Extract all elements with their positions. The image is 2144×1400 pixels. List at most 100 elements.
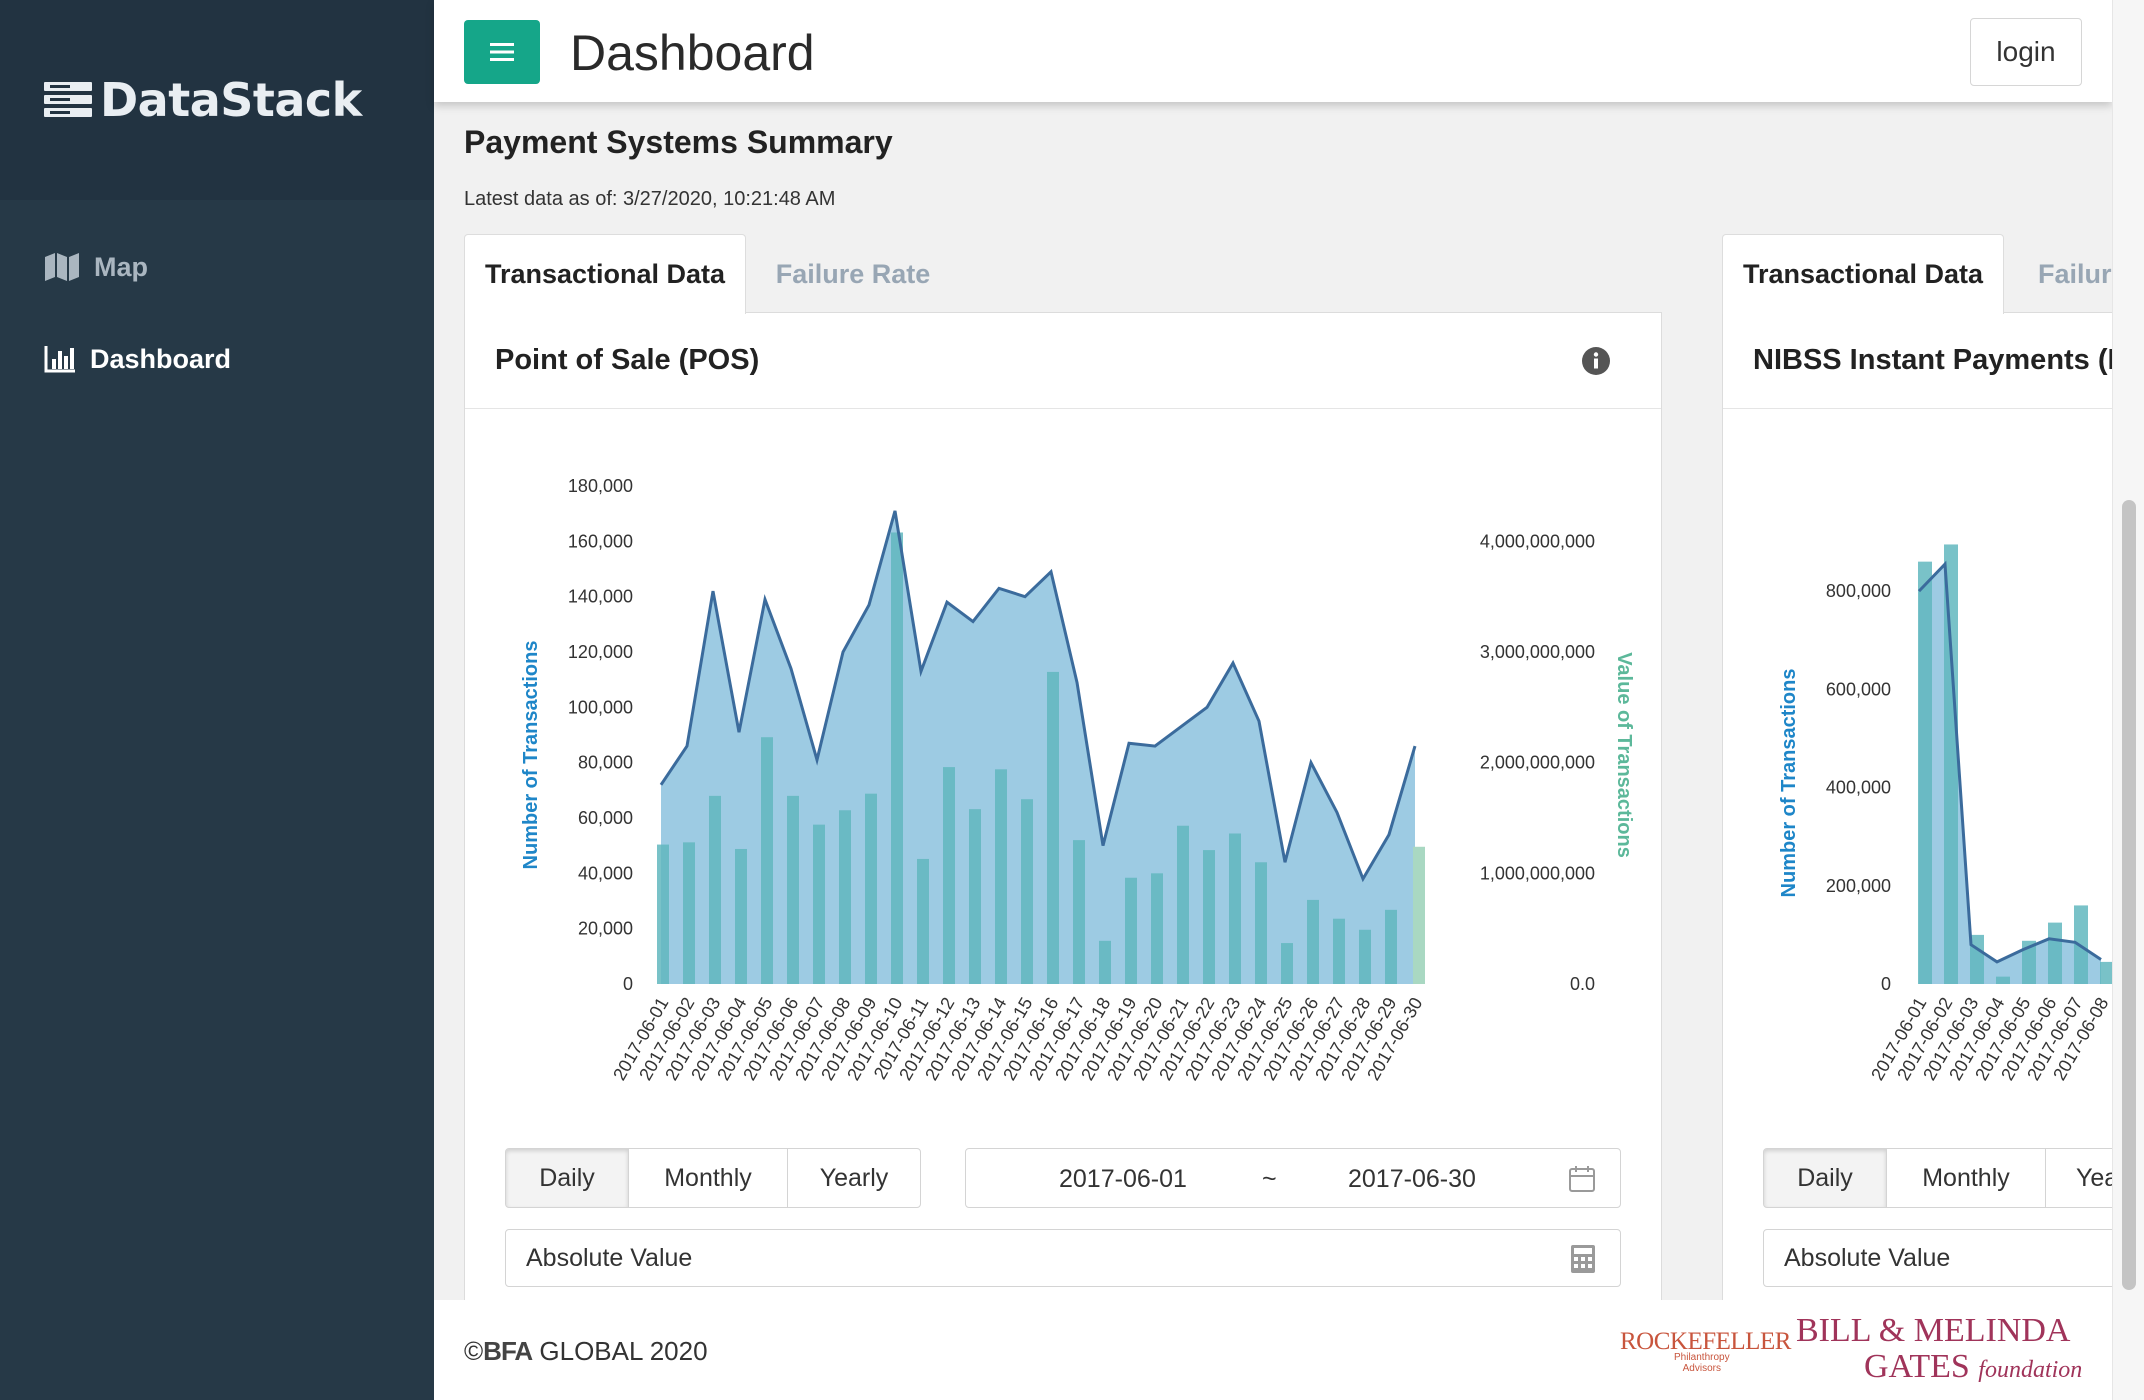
y-tick-label: 800,000 — [1826, 581, 1891, 601]
y-tick-label: 20,000 — [578, 919, 633, 939]
bar-value-of-transactions — [657, 844, 669, 984]
bar-value-of-transactions — [1177, 825, 1189, 984]
date-start: 2017-06-01 — [1059, 1165, 1187, 1193]
bar-value-of-transactions — [709, 795, 721, 984]
bar-value-of-transactions — [735, 848, 747, 984]
yearly-button[interactable]: Yearly — [787, 1148, 921, 1208]
nip-card-wrap: Transactional Data Failure NIBSS Instant… — [1722, 234, 2112, 1300]
footer: ©BFA GLOBAL 2020 ROCKEFELLER Philanthrop… — [434, 1300, 2112, 1400]
y-tick-label: 120,000 — [568, 642, 633, 662]
date-end: 2017-06-30 — [1348, 1165, 1476, 1193]
value-mode-label: Absolute Value — [526, 1244, 693, 1272]
app-name: DataStack — [100, 73, 362, 127]
bar-value-of-transactions — [839, 810, 851, 984]
nip-card: NIBSS Instant Payments (NIP 0 200,000 400,… — [1722, 312, 2112, 1300]
gates-foundation-logo[interactable]: BILL & MELINDA — [1796, 1314, 2070, 1348]
bar-value-of-transactions — [1944, 544, 1958, 984]
tab-transactional-data[interactable]: Transactional Data — [464, 234, 746, 314]
y-right-axis-label: Value of Transactions — [1613, 652, 1635, 858]
monthly-button[interactable]: Monthly — [1886, 1148, 2046, 1208]
card-header: NIBSS Instant Payments (NIP — [1723, 313, 2112, 409]
date-separator: ~ — [1262, 1165, 1277, 1193]
y-tick-label: 400,000 — [1826, 778, 1891, 798]
brand[interactable]: DataStack — [0, 0, 434, 200]
y-tick-label: 0 — [1881, 974, 1891, 994]
rockefeller-sub-line: Philanthropy — [1674, 1352, 1730, 1363]
pos-card: Point of Sale (POS) 0 20,000 40,000 60,000 8… — [464, 312, 1662, 1304]
daily-button[interactable]: Daily — [1763, 1148, 1887, 1208]
value-mode-select[interactable]: Absolute Value — [505, 1229, 1621, 1287]
bar-value-of-transactions — [1996, 976, 2010, 984]
copyright: ©BFA GLOBAL 2020 — [464, 1336, 708, 1367]
period-button-group: Daily Monthly Yearly — [505, 1148, 921, 1208]
card-title: Point of Sale (POS) — [495, 344, 760, 376]
y-axis-label: Number of Transactions — [520, 641, 542, 870]
tab-failure-rate[interactable]: Failure Rate — [746, 234, 960, 314]
y-tick-label: 180,000 — [568, 476, 633, 496]
bar-value-of-transactions — [813, 824, 825, 984]
bar-value-of-transactions — [1413, 846, 1425, 984]
rockefeller-sub-line: Advisors — [1682, 1363, 1721, 1374]
y-tick-label: 160,000 — [568, 531, 633, 551]
bar-value-of-transactions — [1281, 943, 1293, 984]
bar-value-of-transactions — [995, 769, 1007, 984]
sidebar-item-map[interactable]: Map — [0, 244, 434, 290]
vertical-scrollbar[interactable] — [2112, 0, 2144, 1400]
y-tick-label: 40,000 — [578, 863, 633, 883]
section-title: Payment Systems Summary — [464, 124, 893, 160]
bar-chart-icon — [44, 346, 75, 373]
menu-toggle-button[interactable] — [464, 20, 540, 84]
login-button[interactable]: login — [1970, 18, 2082, 86]
bar-value-of-transactions — [787, 795, 799, 984]
value-mode-select[interactable]: Absolute Value — [1763, 1229, 2112, 1287]
tab-bar: Transactional Data Failure — [1722, 234, 2112, 314]
tab-bar: Transactional Data Failure Rate — [464, 234, 1662, 314]
bar-value-of-transactions — [1073, 840, 1085, 984]
yearly-button[interactable]: Yea — [2045, 1148, 2112, 1208]
gates-foundation-logo-line2: GATES foundation — [1864, 1348, 2082, 1386]
copyright-text: GLOBAL 2020 — [532, 1336, 708, 1366]
y-tick-label: 80,000 — [578, 753, 633, 773]
info-icon[interactable] — [1581, 346, 1611, 376]
y-right-tick-label: 0.0 — [1570, 974, 1595, 994]
bar-value-of-transactions — [1359, 929, 1371, 984]
bar-value-of-transactions — [1229, 833, 1241, 984]
gates-word: GATES — [1864, 1348, 1970, 1385]
top-bar: Dashboard login — [434, 0, 2112, 102]
bar-value-of-transactions — [1307, 899, 1319, 984]
bar-value-of-transactions — [2048, 922, 2062, 984]
y-right-tick-label: 2,000,000,000 — [1480, 753, 1595, 773]
y-tick-label: 200,000 — [1826, 876, 1891, 896]
pos-chart: 0 20,000 40,000 60,000 80,000 100,000 120,000 1… — [520, 476, 1635, 1084]
y-tick-label: 600,000 — [1826, 679, 1891, 699]
bar-value-of-transactions — [1021, 799, 1033, 984]
monthly-button[interactable]: Monthly — [628, 1148, 788, 1208]
scrollbar-thumb[interactable] — [2122, 500, 2136, 1290]
calculator-icon — [1571, 1245, 1595, 1273]
calendar-icon — [1569, 1166, 1595, 1192]
date-range-picker[interactable]: 2017-06-01 ~ 2017-06-30 — [965, 1148, 1621, 1208]
bar-value-of-transactions — [943, 767, 955, 984]
y-tick-label: 140,000 — [568, 587, 633, 607]
bar-value-of-transactions — [761, 737, 773, 984]
y-axis-label: Number of Transactions — [1778, 669, 1800, 898]
sidebar-item-dashboard[interactable]: Dashboard — [0, 336, 434, 382]
tab-transactional-data[interactable]: Transactional Data — [1722, 234, 2004, 314]
card-header: Point of Sale (POS) — [465, 313, 1661, 409]
bar-value-of-transactions — [1255, 862, 1267, 984]
tab-failure-rate[interactable]: Failure — [2004, 234, 2112, 314]
map-icon — [45, 253, 79, 281]
pos-card-wrap: Transactional Data Failure Rate Point of… — [464, 234, 1662, 1304]
hamburger-icon — [490, 43, 514, 61]
y-right-tick-label: 4,000,000,000 — [1480, 531, 1595, 551]
y-tick-label: 100,000 — [568, 697, 633, 717]
value-mode-label: Absolute Value — [1784, 1244, 1951, 1272]
daily-button[interactable]: Daily — [505, 1148, 629, 1208]
series-area-number-of-transactions — [661, 510, 1415, 984]
bar-value-of-transactions — [1203, 850, 1215, 984]
y-right-tick-label: 1,000,000,000 — [1480, 863, 1595, 883]
nip-chart: 0 200,000 400,000 600,000 800,000 Number of T… — [1778, 544, 2112, 1084]
foundation-word: foundation — [1978, 1357, 2083, 1383]
bar-value-of-transactions — [2100, 961, 2112, 984]
sidebar: DataStack Map Dashboard — [0, 0, 434, 1400]
